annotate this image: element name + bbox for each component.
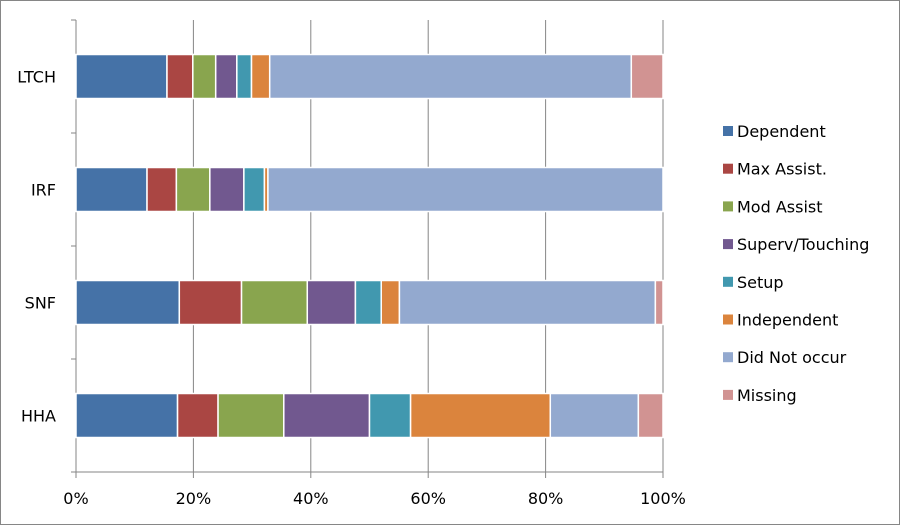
legend-label: Setup [737,273,784,292]
bar-segment-setup [368,392,412,439]
x-tick-label: 40% [293,489,329,508]
category-label: LTCH [17,68,56,87]
x-tick-label: 100% [640,489,686,508]
x-tick-label: 80% [528,489,564,508]
bar-segment-max-assist- [146,166,178,213]
bars [75,53,664,439]
x-tick-label: 20% [176,489,212,508]
legend-label: Max Assist. [737,160,827,179]
bar-segment-dependent [75,392,179,439]
legend: Dependent Max Assist. Mod Assist Superv/Tou… [723,122,869,405]
legend-swatch [723,126,733,136]
bar-segment-missing [630,53,664,100]
stacked-bar-chart: 0% 20% 40% 60% 80% 100% LTCH IRF SNF HHA Depende… [17,19,869,508]
legend-label: Superv/Touching [737,235,869,254]
bar-segment-independent [380,279,401,326]
bar-segment-max-assist- [178,279,243,326]
bar-segment-setup [243,166,266,213]
legend-label: Did Not occur [737,348,847,367]
x-tick-label: 60% [410,489,446,508]
legend-swatch [723,201,733,212]
category-label: HHA [21,407,56,426]
bar-segment-did-not-occur [267,166,664,213]
bar-segment-did-not-occur [549,392,640,439]
bar-segment-superv-touching [214,53,238,100]
legend-label: Mod Assist [737,197,823,216]
legend-swatch [723,314,733,325]
bar-segment-dependent [75,279,181,326]
x-tick-label: 0% [63,489,88,508]
bar-segment-max-assist- [176,392,219,439]
bar-segment-mod-assist [240,279,309,326]
bar-segment-dependent [75,53,168,100]
bar-segment-mod-assist [192,53,217,100]
legend-label: Dependent [737,122,826,141]
bar-segment-independent [409,392,552,439]
bar-segment-superv-touching [283,392,371,439]
category-label: SNF [25,294,56,313]
legend-label: Independent [737,311,838,330]
bar-segment-did-not-occur [268,53,633,100]
bar-segment-superv-touching [209,166,245,213]
category-label: IRF [31,181,56,200]
bar-segment-setup [236,53,253,100]
bar-segment-missing [637,392,664,439]
bar-segment-did-not-occur [398,279,657,326]
legend-swatch [723,389,733,400]
legend-swatch [723,352,733,363]
bar-segment-mod-assist [217,392,285,439]
bar-segment-independent [250,53,271,100]
bar-segment-mod-assist [175,166,211,213]
bar-segment-dependent [75,166,148,213]
bar-segment-superv-touching [306,279,357,326]
legend-label: Missing [737,386,797,405]
category-labels: LTCH IRF SNF HHA [17,68,56,426]
legend-swatch [723,239,733,250]
bar-segment-setup [354,279,382,326]
legend-swatch [723,276,733,287]
legend-swatch [723,163,733,174]
x-tick-labels: 0% 20% 40% 60% 80% 100% [63,489,686,508]
bar-segment-max-assist- [166,53,194,100]
bar-segment-missing [654,279,664,326]
